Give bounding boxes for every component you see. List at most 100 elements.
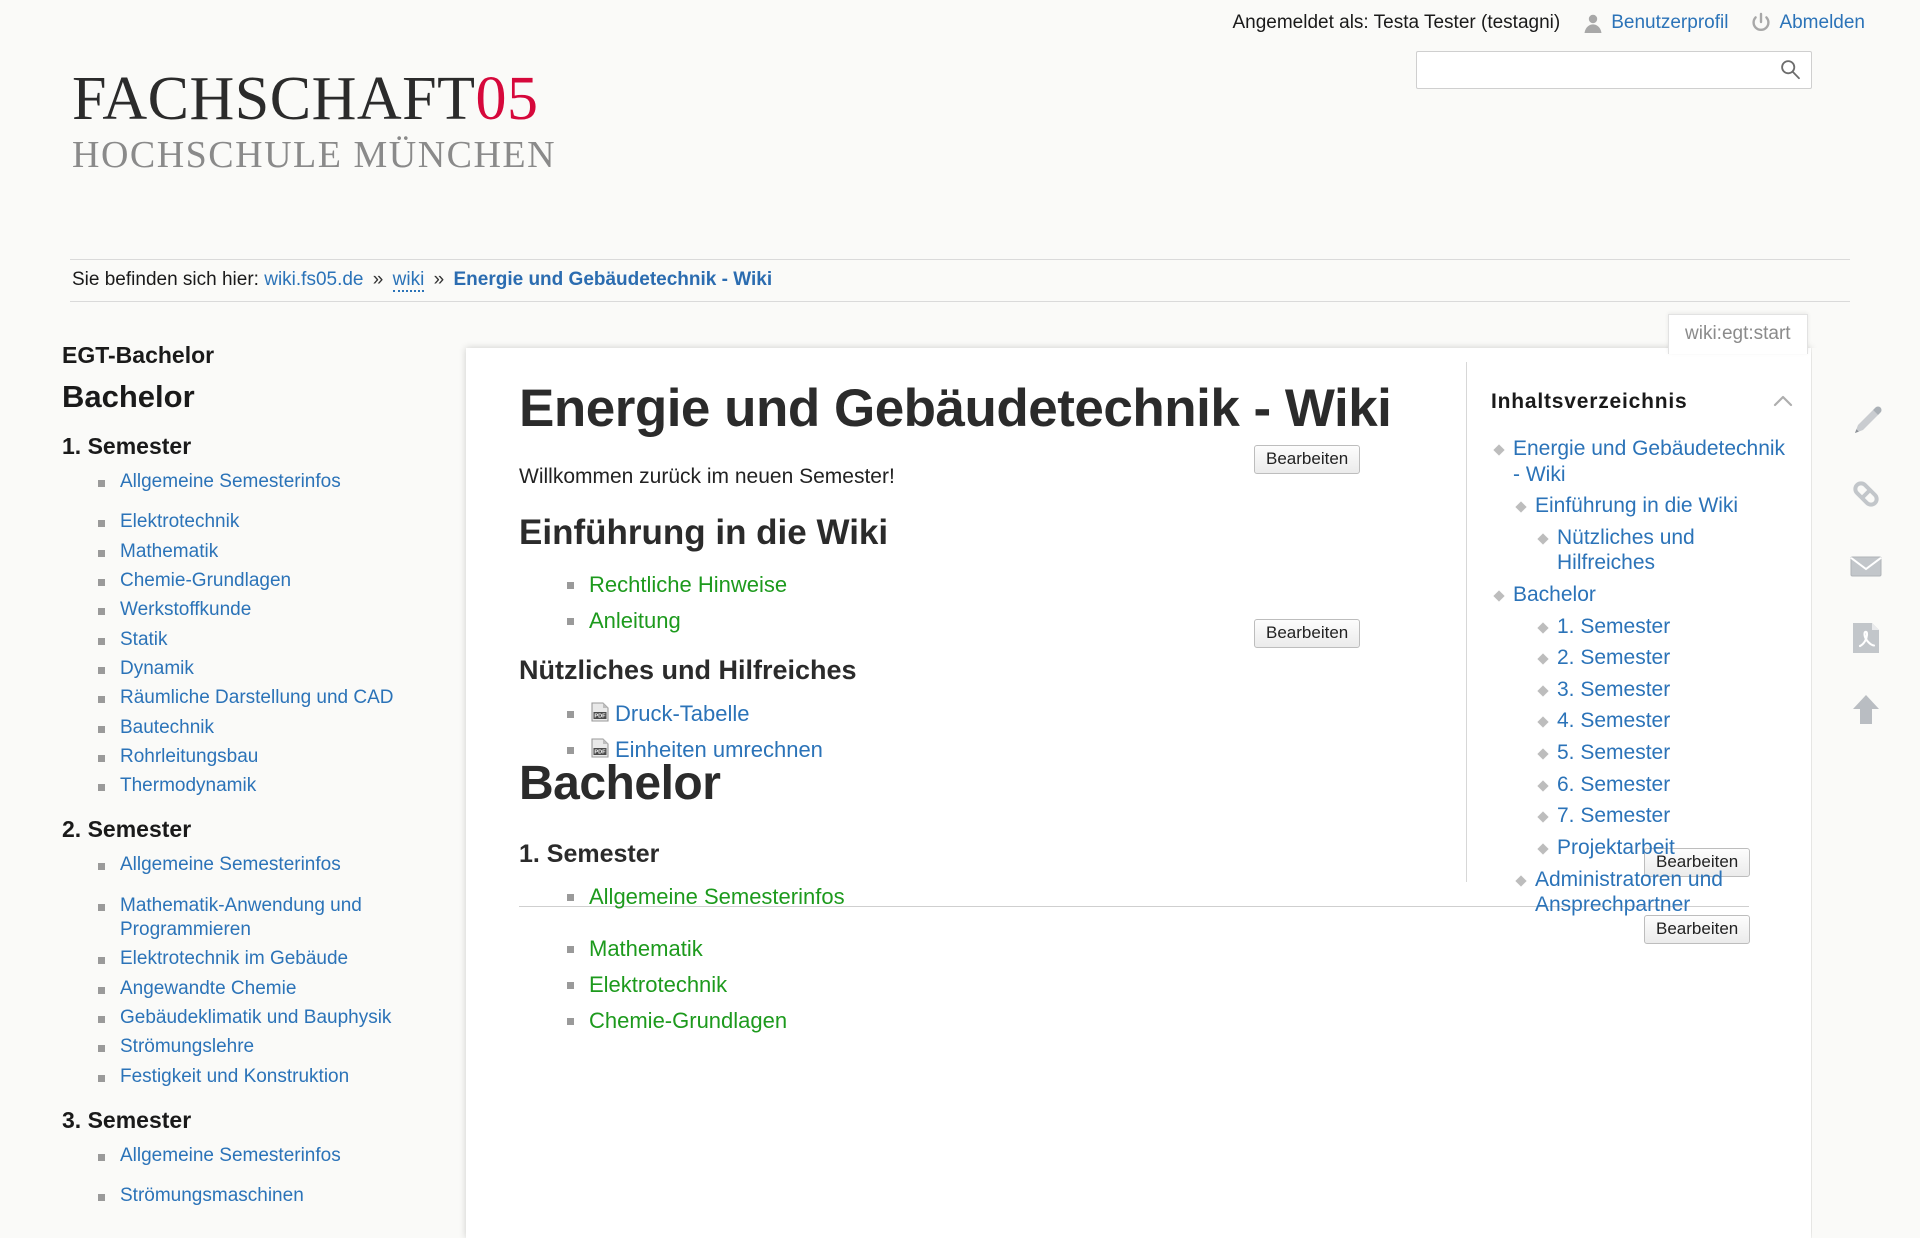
sidebar-link[interactable]: Strömungsmaschinen	[120, 1185, 304, 1206]
wiki-link[interactable]: Anleitung	[589, 608, 681, 633]
list-item[interactable]: Strömungsmaschinen	[98, 1184, 462, 1208]
list-item[interactable]: Werkstoffkunde	[98, 598, 462, 622]
list-item[interactable]: Chemie-Grundlagen	[98, 569, 462, 593]
toc-link[interactable]: 5. Semester	[1557, 741, 1670, 764]
breadcrumb-item-home[interactable]: wiki.fs05.de	[264, 269, 363, 290]
edit-section-button-2[interactable]: Bearbeiten	[1254, 619, 1361, 649]
arrow-up-icon	[1847, 691, 1885, 732]
toc-header: Inhaltsverzeichnis	[1491, 390, 1793, 414]
toc-collapse-button[interactable]	[1773, 394, 1793, 411]
sidebar-link[interactable]: Bautechnik	[120, 717, 214, 738]
list-item[interactable]: Chemie-Grundlagen	[567, 1007, 1404, 1036]
logout-link[interactable]: Abmelden	[1750, 12, 1865, 34]
toc-item[interactable]: 4. Semester	[1491, 708, 1793, 734]
toc-item[interactable]: 3. Semester	[1491, 677, 1793, 703]
list-item[interactable]: Strömungslehre	[98, 1035, 462, 1059]
back-to-top-button[interactable]	[1843, 688, 1889, 734]
search-input[interactable]	[1417, 52, 1769, 88]
toc-item[interactable]: 7. Semester	[1491, 803, 1793, 829]
sidebar-link[interactable]: Allgemeine Semesterinfos	[120, 1145, 341, 1166]
wiki-link[interactable]: Elektrotechnik	[589, 972, 727, 997]
list-item[interactable]: Mathematik-Anwendung und Programmieren	[98, 894, 462, 943]
list-item[interactable]: Dynamik	[98, 657, 462, 681]
list-item[interactable]: Bautechnik	[98, 716, 462, 740]
toc-link[interactable]: Einführung in die Wiki	[1535, 494, 1738, 517]
list-item[interactable]: Allgemeine Semesterinfos	[98, 853, 462, 877]
sidebar-link[interactable]: Mathematik	[120, 541, 218, 562]
list-item[interactable]: Allgemeine Semesterinfos	[98, 1144, 462, 1168]
toc-link[interactable]: Energie und Gebäudetechnik - Wiki	[1513, 437, 1785, 486]
sidebar-link[interactable]: Werkstoffkunde	[120, 599, 251, 620]
chain-link-icon	[1847, 475, 1885, 516]
send-email-button[interactable]	[1843, 544, 1889, 590]
breadcrumb-item-wiki[interactable]: wiki	[392, 269, 425, 292]
list-item[interactable]: Festigkeit und Konstruktion	[98, 1065, 462, 1089]
sidebar-link[interactable]: Mathematik-Anwendung und Programmieren	[120, 895, 362, 940]
sidebar-link[interactable]: Elektrotechnik im Gebäude	[120, 948, 348, 969]
sidebar-link[interactable]: Gebäudeklimatik und Bauphysik	[120, 1007, 391, 1028]
site-logo[interactable]: FACHSCHAFT05 HOCHSCHULE MÜNCHEN	[72, 68, 556, 174]
search-box[interactable]	[1416, 51, 1812, 89]
search-button[interactable]	[1769, 52, 1811, 88]
toc-item[interactable]: Projektarbeit	[1491, 835, 1793, 861]
sidebar-link[interactable]: Angewandte Chemie	[120, 978, 296, 999]
edit-section-button-1[interactable]: Bearbeiten	[1254, 445, 1361, 475]
backlinks-button[interactable]	[1843, 472, 1889, 518]
toc-item[interactable]: Nützliches und Hilfreiches	[1491, 525, 1793, 576]
toc-link[interactable]: 4. Semester	[1557, 709, 1670, 732]
list-item[interactable]: Angewandte Chemie	[98, 977, 462, 1001]
list-item[interactable]: Statik	[98, 628, 462, 652]
list-item[interactable]: Mathematik	[98, 540, 462, 564]
sidebar-link[interactable]: Festigkeit und Konstruktion	[120, 1066, 349, 1087]
toc-link[interactable]: Administratoren und Ansprechpartner	[1535, 868, 1723, 917]
list-item[interactable]: Rechtliche Hinweise	[567, 571, 1404, 600]
toc-link[interactable]: Projektarbeit	[1557, 836, 1675, 859]
list-item[interactable]: Elektrotechnik	[98, 510, 462, 534]
list-item[interactable]: Allgemeine Semesterinfos	[98, 470, 462, 494]
toc-link[interactable]: 2. Semester	[1557, 646, 1670, 669]
media-link[interactable]: Druck-Tabelle	[615, 701, 750, 726]
sidebar-link[interactable]: Statik	[120, 629, 168, 650]
toc-item[interactable]: Einführung in die Wiki	[1491, 493, 1793, 519]
list-item[interactable]: Allgemeine Semesterinfos	[567, 883, 1404, 912]
wiki-link[interactable]: Rechtliche Hinweise	[589, 572, 787, 597]
sidebar-link[interactable]: Allgemeine Semesterinfos	[120, 854, 341, 875]
wiki-link[interactable]: Chemie-Grundlagen	[589, 1008, 787, 1033]
sidebar-link[interactable]: Räumliche Darstellung und CAD	[120, 687, 394, 708]
wiki-link[interactable]: Allgemeine Semesterinfos	[589, 884, 845, 909]
user-profile-link[interactable]: Benutzerprofil	[1582, 12, 1728, 34]
list-item[interactable]: Gebäudeklimatik und Bauphysik	[98, 1006, 462, 1030]
sidebar-link[interactable]: Strömungslehre	[120, 1036, 254, 1057]
toc-link[interactable]: Bachelor	[1513, 583, 1596, 606]
export-pdf-button[interactable]	[1843, 616, 1889, 662]
toc-item[interactable]: Administratoren und Ansprechpartner	[1491, 867, 1793, 918]
toc-item[interactable]: 6. Semester	[1491, 772, 1793, 798]
sidebar-link[interactable]: Chemie-Grundlagen	[120, 570, 291, 591]
list-item[interactable]: Räumliche Darstellung und CAD	[98, 686, 462, 710]
list-item[interactable]: Elektrotechnik	[567, 971, 1404, 1000]
toc-link[interactable]: 1. Semester	[1557, 615, 1670, 638]
sidebar-link[interactable]: Rohrleitungsbau	[120, 746, 258, 767]
toc-link[interactable]: Nützliches und Hilfreiches	[1557, 526, 1695, 575]
sidebar-link[interactable]: Allgemeine Semesterinfos	[120, 471, 341, 492]
edit-section-button-4[interactable]: Bearbeiten	[1644, 915, 1751, 945]
wiki-link[interactable]: Mathematik	[589, 936, 703, 961]
list-item[interactable]: Mathematik	[567, 935, 1404, 964]
toc-item[interactable]: 5. Semester	[1491, 740, 1793, 766]
toc-item[interactable]: Energie und Gebäudetechnik - Wiki	[1491, 436, 1793, 487]
sidebar-section-2: 2. Semester Allgemeine Semesterinfos Mat…	[62, 816, 462, 1089]
toc-link[interactable]: 7. Semester	[1557, 804, 1670, 827]
list-item[interactable]: Thermodynamik	[98, 774, 462, 798]
toc-item[interactable]: 2. Semester	[1491, 645, 1793, 671]
list-item[interactable]: Rohrleitungsbau	[98, 745, 462, 769]
toc-link[interactable]: 6. Semester	[1557, 773, 1670, 796]
list-item[interactable]: PDF Druck-Tabelle	[567, 700, 1404, 729]
toc-item[interactable]: Bachelor	[1491, 582, 1793, 608]
list-item[interactable]: Elektrotechnik im Gebäude	[98, 947, 462, 971]
edit-page-button[interactable]	[1843, 400, 1889, 446]
toc-link[interactable]: 3. Semester	[1557, 678, 1670, 701]
sidebar-link[interactable]: Elektrotechnik	[120, 511, 239, 532]
toc-item[interactable]: 1. Semester	[1491, 614, 1793, 640]
sidebar-link[interactable]: Dynamik	[120, 658, 194, 679]
sidebar-link[interactable]: Thermodynamik	[120, 775, 256, 796]
